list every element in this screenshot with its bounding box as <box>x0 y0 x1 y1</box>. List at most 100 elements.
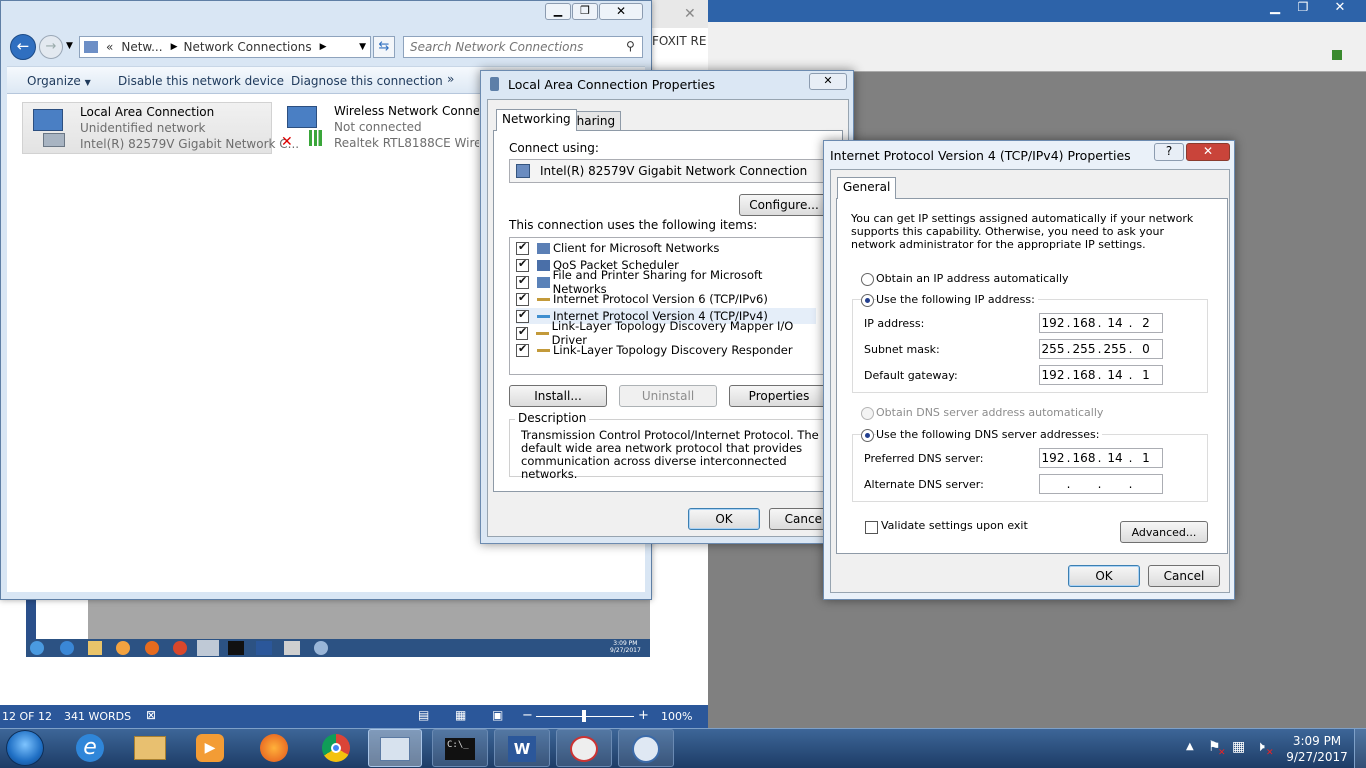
lan-item-checkbox[interactable] <box>516 325 529 340</box>
start-orb-icon[interactable] <box>6 730 44 766</box>
explorer-maximize-button[interactable]: ❐ <box>572 3 598 20</box>
ip-octet-4: 2 <box>1142 316 1150 330</box>
gw-octet-3: 14 <box>1107 368 1123 382</box>
lan-item-row[interactable]: Internet Protocol Version 6 (TCP/IPv6) <box>516 291 816 307</box>
advanced-button[interactable]: Advanced... <box>1120 521 1208 543</box>
lan-ok-button[interactable]: OK <box>688 508 760 530</box>
lan-dialog-network-icon <box>490 77 499 91</box>
use-following-dns-label[interactable]: Use the following DNS server addresses: <box>876 428 1103 441</box>
validate-settings-checkbox[interactable] <box>865 521 878 534</box>
ipv4-dialog-title: Internet Protocol Version 4 (TCP/IPv4) P… <box>830 148 1131 163</box>
subnet-mask-field[interactable]: 255. 255. 255. 0 <box>1039 339 1163 359</box>
background-window-minimize[interactable]: ▁ <box>1262 0 1288 18</box>
taskbar-snipping-tool-button[interactable] <box>556 729 612 767</box>
taskbar-cmd-button[interactable]: C:\_ <box>432 729 488 767</box>
lan-dialog-close-button[interactable]: ✕ <box>809 73 847 90</box>
default-gateway-field[interactable]: 192. 168. 14. 1 <box>1039 365 1163 385</box>
show-desktop-button[interactable] <box>1354 729 1366 768</box>
breadcrumb-overflow-icon[interactable]: « <box>106 40 113 54</box>
disable-network-device-button[interactable]: Disable this network device <box>118 74 284 88</box>
taskbar-firefox-icon[interactable] <box>246 730 302 766</box>
refresh-button[interactable]: ⇆ <box>373 36 395 58</box>
web-layout-icon[interactable]: ▣ <box>492 708 503 722</box>
zoom-out-icon[interactable]: − <box>522 708 533 723</box>
show-hidden-icons-button[interactable]: ▲ <box>1186 741 1194 752</box>
word-zoom-level[interactable]: 100% <box>661 710 692 723</box>
history-dropdown-icon[interactable]: ▼ <box>66 41 73 51</box>
volume-tray-icon[interactable]: 🕨 <box>1256 739 1265 755</box>
use-following-ip-label[interactable]: Use the following IP address: <box>876 293 1038 306</box>
volume-muted-icon: ✕ <box>1266 748 1274 758</box>
ipv4-properties-dialog: Internet Protocol Version 4 (TCP/IPv4) P… <box>823 140 1235 600</box>
ip-address-field[interactable]: 192. 168. 14. 2 <box>1039 313 1163 333</box>
search-box[interactable]: ⚲ <box>403 36 643 58</box>
read-mode-icon[interactable]: ▤ <box>418 708 429 722</box>
zoom-in-icon[interactable]: + <box>638 708 649 723</box>
preferred-dns-field[interactable]: 192. 168. 14. 1 <box>1039 448 1163 468</box>
background-window-maximize[interactable]: ❐ <box>1290 0 1316 18</box>
taskbar-globe-app-button[interactable] <box>618 729 674 767</box>
use-following-dns-radio[interactable] <box>861 429 874 442</box>
lan-item-checkbox[interactable] <box>516 308 529 323</box>
search-icon[interactable]: ⚲ <box>626 39 635 53</box>
taskbar-chrome-icon[interactable] <box>308 730 364 766</box>
lan-item-row[interactable]: Client for Microsoft Networks <box>516 240 816 256</box>
diagnose-connection-button[interactable]: Diagnose this connection <box>291 74 443 88</box>
network-tray-icon[interactable]: ▦ <box>1232 739 1245 755</box>
items-list[interactable]: Client for Microsoft NetworksQoS Packet … <box>509 237 829 375</box>
address-bar[interactable]: « Netw... ▶ Network Connections ▶ ▼ <box>79 36 371 58</box>
forward-button[interactable]: → <box>39 35 63 59</box>
explorer-close-button[interactable]: ✕ <box>599 3 643 20</box>
word-close-icon[interactable]: ✕ <box>684 6 696 22</box>
taskbar-explorer-icon[interactable] <box>122 730 178 766</box>
ip-dot: . <box>1066 477 1071 491</box>
taskbar-word-button[interactable]: W <box>494 729 550 767</box>
organize-menu[interactable]: Organize ▼ <box>27 74 91 88</box>
breadcrumb-separator-icon[interactable]: ▶ <box>320 42 327 52</box>
ipv4-cancel-button[interactable]: Cancel <box>1148 565 1220 587</box>
help-button[interactable]: ? <box>1154 143 1184 161</box>
lan-item-checkbox[interactable] <box>516 291 529 306</box>
adapter-tile-wireless[interactable]: ✕ Wireless Network Connectio Not connect… <box>279 102 479 154</box>
taskbar-clock[interactable]: 3:09 PM 9/27/2017 <box>1286 733 1348 765</box>
breadcrumb-item-network[interactable]: Netw... <box>121 40 162 54</box>
taskbar-ie-icon[interactable]: e <box>62 730 118 766</box>
breadcrumb-item-network-connections[interactable]: Network Connections <box>184 40 312 54</box>
tab-networking[interactable]: Networking <box>496 109 577 131</box>
lan-item-row[interactable]: File and Printer Sharing for Microsoft N… <box>516 268 816 296</box>
background-window-close[interactable]: ✕ <box>1318 0 1362 18</box>
explorer-minimize-button[interactable]: ▁ <box>545 3 571 20</box>
obtain-ip-auto-label[interactable]: Obtain an IP address automatically <box>876 272 1069 285</box>
network-folder-icon <box>84 41 98 53</box>
configure-button[interactable]: Configure... <box>739 194 829 216</box>
zoom-slider-thumb[interactable] <box>582 710 586 722</box>
embedded-taskbar-clock: 3:09 PM 9/27/2017 <box>610 640 641 654</box>
address-dropdown-icon[interactable]: ▼ <box>359 42 366 52</box>
print-layout-icon[interactable]: ▦ <box>455 708 466 722</box>
obtain-ip-auto-radio[interactable] <box>861 273 874 286</box>
breadcrumb-separator-icon[interactable]: ▶ <box>171 42 178 52</box>
properties-button[interactable]: Properties <box>729 385 829 407</box>
taskbar-network-connections-button[interactable] <box>368 729 422 767</box>
lan-item-checkbox[interactable] <box>516 257 529 272</box>
word-word-count[interactable]: 341 WORDS <box>64 710 131 723</box>
ipv4-ok-button[interactable]: OK <box>1068 565 1140 587</box>
lan-item-checkbox[interactable] <box>516 274 529 289</box>
taskbar-media-player-icon[interactable]: ▶ <box>182 730 238 766</box>
alternate-dns-field[interactable]: . . . <box>1039 474 1163 494</box>
lan-item-checkbox[interactable] <box>516 240 529 255</box>
proofing-icon[interactable]: ⊠ <box>146 708 156 722</box>
adapter-tile-local[interactable]: Local Area Connection Unidentified netwo… <box>22 102 299 154</box>
word-page-count[interactable]: 12 OF 12 <box>2 710 52 723</box>
more-commands-button[interactable]: » <box>447 72 454 86</box>
ipv4-close-button[interactable]: ✕ <box>1186 143 1230 161</box>
use-following-ip-radio[interactable] <box>861 294 874 307</box>
lan-item-checkbox[interactable] <box>516 342 529 357</box>
lan-item-row[interactable]: Link-Layer Topology Discovery Mapper I/O… <box>516 319 816 347</box>
tab-general[interactable]: General <box>837 177 897 199</box>
validate-settings-label[interactable]: Validate settings upon exit <box>881 519 1028 532</box>
back-button[interactable]: ← <box>10 34 36 60</box>
lan-item-row[interactable]: Link-Layer Topology Discovery Responder <box>516 342 816 358</box>
search-input[interactable] <box>410 39 620 55</box>
install-button[interactable]: Install... <box>509 385 607 407</box>
